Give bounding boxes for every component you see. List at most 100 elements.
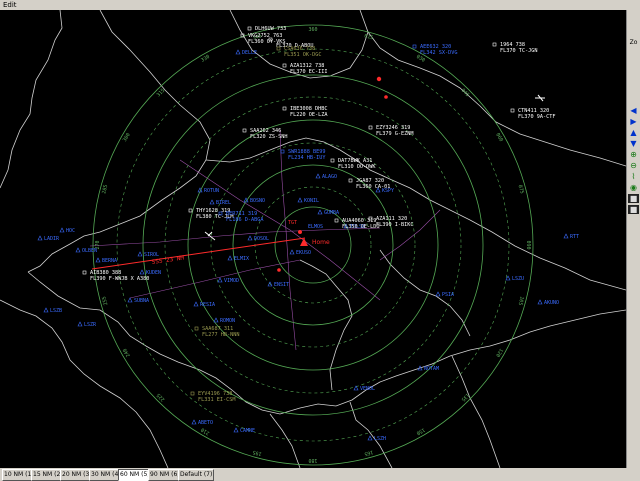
square-icon[interactable]: ■ xyxy=(628,205,639,214)
aircraft-tag[interactable]: SAA687 311FL277 HB-NNN xyxy=(194,326,239,338)
waypoint[interactable]: LSZR xyxy=(77,321,97,328)
waypoint-label: CAMNE xyxy=(240,428,255,434)
menu-edit[interactable]: Edit xyxy=(0,0,20,10)
target-marker[interactable]: TGT xyxy=(288,220,302,234)
aircraft-tag[interactable]: IBE3008 DHBCFL220 OE-LZA xyxy=(282,106,328,118)
zoom-in-icon[interactable]: ⊕ xyxy=(628,150,639,159)
aircraft-tag[interactable]: DAT7BWK A31FL310 OO-DWK xyxy=(330,158,376,170)
waypoint-icon xyxy=(289,249,295,255)
waypoint[interactable]: PSIA xyxy=(435,291,454,298)
aircraft-tag[interactable]: SWR1888 BE99FL234 HB-IUY xyxy=(280,149,326,161)
waypoint[interactable]: VENOL xyxy=(353,385,375,392)
alert-dot xyxy=(384,95,388,99)
waypoint[interactable]: LSZH xyxy=(367,435,386,442)
tab-range-default[interactable]: Default (7) xyxy=(178,469,215,481)
waypoint[interactable]: OLBEN xyxy=(75,247,97,254)
aircraft-tag[interactable]: BER711 319FL186 D-ABGA xyxy=(218,211,264,223)
tab-range-60nm[interactable]: 60 NM (5) xyxy=(118,469,152,481)
waypoint[interactable]: LSZB xyxy=(43,307,62,314)
waypoint[interactable]: DOSOL xyxy=(247,235,269,242)
aircraft-tag[interactable]: AUA4060 319FL350 OE-LDO xyxy=(334,218,379,230)
waypoint[interactable]: CAMNE xyxy=(233,427,255,434)
waypoint[interactable]: SIROL xyxy=(137,251,159,258)
waypoint-label: LSZU xyxy=(512,276,524,282)
waypoint-icon xyxy=(297,197,303,203)
waypoint[interactable]: ALAGO xyxy=(315,173,337,180)
waypoint[interactable]: EKUSO xyxy=(289,249,311,256)
aircraft-callsign: DLH6UW 733 xyxy=(255,26,286,32)
waypoint-icon xyxy=(193,301,199,307)
waypoint[interactable]: BIREL xyxy=(209,199,231,206)
aircraft-tag[interactable]: JGA87 320FL360 CA-01 xyxy=(348,178,390,190)
arrow-left-icon[interactable]: ◀ xyxy=(628,106,639,115)
waypoint-label: HOC xyxy=(66,228,75,234)
color-icon[interactable]: ◉ xyxy=(628,183,639,192)
aircraft-level: FL390 F-WWJB X A380 xyxy=(90,276,149,282)
aircraft-tag[interactable]: CSA636 738FL351 OK-DGC xyxy=(276,46,321,58)
tab-range-90nm[interactable]: 90 NM (6) xyxy=(148,469,182,481)
waypoint-icon xyxy=(235,49,241,55)
aircraft-level: FL342 SX-DVG xyxy=(420,50,457,56)
arrow-right-icon[interactable]: ▶ xyxy=(628,117,639,126)
waypoint[interactable]: RTT xyxy=(563,233,579,240)
waypoint-label: ELMIX xyxy=(234,256,249,262)
aircraft-tag[interactable]: AEE632 320FL342 SX-DVG xyxy=(412,44,457,56)
waypoint[interactable]: ENSIT xyxy=(267,281,289,288)
waypoint-icon xyxy=(209,199,215,205)
square-icon[interactable]: ■ xyxy=(628,194,639,203)
aircraft-level: FL331 EI-CSM xyxy=(198,397,235,403)
menu-bar: Edit xyxy=(0,0,640,10)
aircraft-level: FL360 CA-01 xyxy=(356,184,390,190)
bearing-label: 360 xyxy=(308,27,317,33)
aircraft-tag[interactable]: AIB380 388FL390 F-WWJB X A380 xyxy=(82,270,149,282)
aircraft-level: FL350 OE-LDO xyxy=(342,224,379,230)
bearing-label: 105 xyxy=(517,296,525,306)
waypoint[interactable]: RESIA xyxy=(193,301,215,308)
waypoint-icon xyxy=(353,385,359,391)
aircraft-symbol xyxy=(242,128,247,133)
waypoint-label: NOTAM xyxy=(424,366,439,372)
waypoint-label: ROMON xyxy=(220,318,235,324)
waypoint-label: LSZR xyxy=(84,322,97,328)
aircraft-symbol xyxy=(368,125,373,130)
aircraft-tag[interactable]: EZY3246 319FL379 G-EZNM xyxy=(368,125,413,137)
waypoint[interactable]: ABETO xyxy=(191,419,213,426)
waypoint-label: BOSNO xyxy=(250,198,265,204)
waypoint[interactable]: VIMOD xyxy=(217,277,239,284)
aircraft-symbol xyxy=(282,63,287,68)
waypoint[interactable]: SUBNA xyxy=(127,297,149,304)
arrow-down-icon[interactable]: ▼ xyxy=(628,139,639,148)
bearing-label: 255 xyxy=(101,296,109,306)
zoom-out-icon[interactable]: ⊖ xyxy=(628,161,639,170)
waypoint[interactable]: BERNA xyxy=(95,257,117,264)
waypoint[interactable]: NOTAM xyxy=(417,365,439,372)
arrow-up-icon[interactable]: ▲ xyxy=(628,128,639,137)
home-marker[interactable]: Home xyxy=(300,238,330,246)
waypoint[interactable]: ROMON xyxy=(213,317,235,324)
aircraft-symbol xyxy=(82,270,87,275)
aircraft-tag[interactable]: EYV4196 738FL331 EI-CSM xyxy=(190,391,235,403)
waypoint[interactable]: LSZU xyxy=(505,275,524,282)
aircraft-symbol xyxy=(492,42,497,47)
waypoint[interactable]: AKUNO xyxy=(537,299,559,306)
aircraft-level: FL390 I-BIKC xyxy=(376,222,413,228)
aircraft-tag[interactable]: 1964 738FL370 TC-JGN xyxy=(492,42,537,54)
waypoint[interactable]: HOC xyxy=(59,227,75,234)
waypoint[interactable]: DELLE xyxy=(235,49,257,56)
waypoint[interactable]: GUMBA xyxy=(317,209,339,216)
aircraft-level: FL234 HB-IUY xyxy=(288,155,326,161)
aircraft-tag[interactable]: DLH6UW 733 xyxy=(247,26,286,32)
radar-display[interactable]: 3153303453600150300450600750901051201351… xyxy=(0,10,626,468)
waypoint-icon xyxy=(139,269,145,275)
waypoint[interactable]: KONIL xyxy=(297,197,319,204)
waypoint[interactable]: ELMIX xyxy=(227,255,249,262)
waypoint[interactable]: LADIR xyxy=(37,235,60,242)
measure-icon[interactable]: ⌇ xyxy=(628,172,639,181)
aircraft-tag[interactable]: SAA262 346FL320 ZS-SNH xyxy=(242,128,287,140)
aircraft-level: FL220 OE-LZA xyxy=(290,112,328,118)
aircraft-tag[interactable]: CTN411 320FL370 9A-CTF xyxy=(510,108,555,120)
radar-scope[interactable]: 315 330 345 360 015 030 045 060 075 090 105 120 135 1… xyxy=(0,10,626,468)
aircraft-tag[interactable]: AZA111 320FL390 I-BIKC xyxy=(368,216,413,228)
aircraft-tag[interactable]: AZA1312 738FL370 EC-III xyxy=(282,63,327,75)
bearing-label: 165 xyxy=(364,449,374,457)
